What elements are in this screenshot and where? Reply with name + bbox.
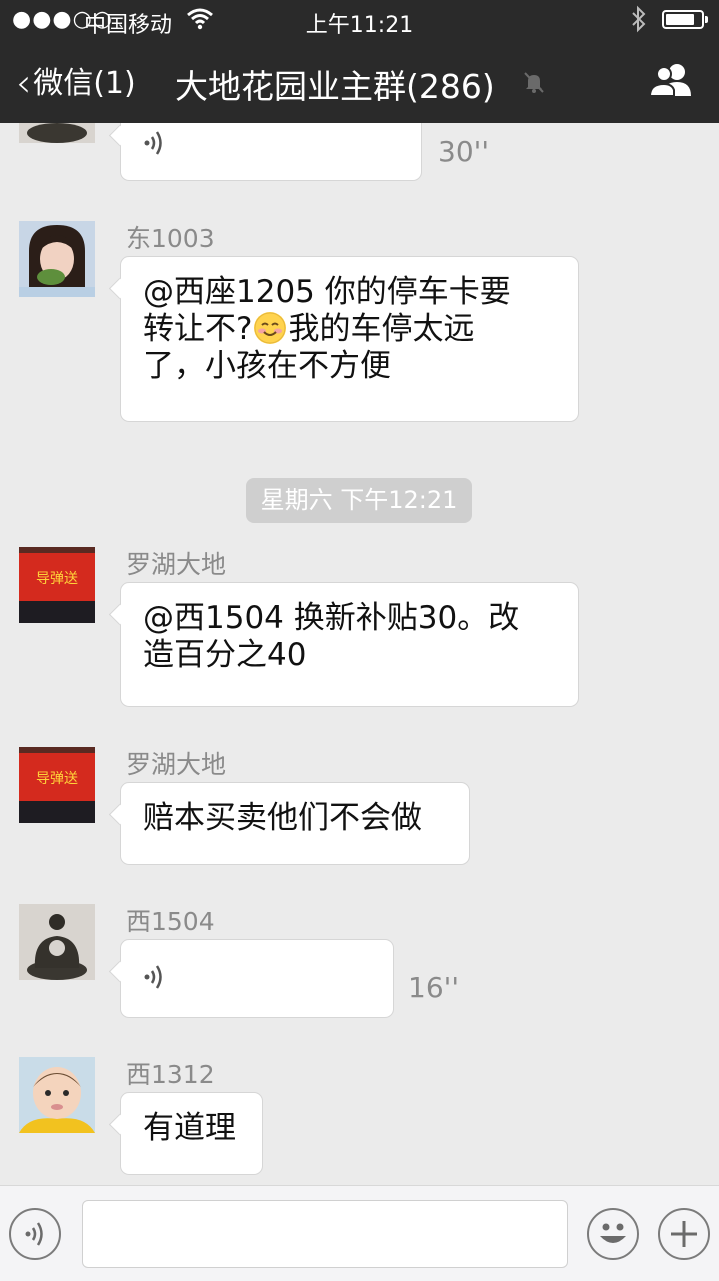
voice-duration: 30'': [438, 135, 490, 168]
chevron-left-icon: ‹: [16, 61, 32, 105]
avatar[interactable]: [19, 1057, 95, 1133]
text-message-bubble[interactable]: @西1504 换新补贴30。改 造百分之40: [120, 582, 579, 707]
message-line: @西座1205 你的停车卡要: [143, 274, 511, 310]
clock: 上午11:21: [305, 13, 414, 38]
plus-icon: [671, 1221, 697, 1247]
back-button[interactable]: ‹微信(1): [16, 58, 136, 105]
voice-wave-icon: [144, 965, 162, 989]
sender-name: 东1003: [126, 224, 215, 253]
sender-name: 西1312: [126, 1060, 215, 1089]
message-text: 赔本买卖他们不会做: [143, 800, 422, 836]
message-text: 有道理: [143, 1110, 236, 1146]
message-text: 转让不?: [143, 311, 253, 347]
message-line: 造百分之40: [143, 637, 307, 673]
more-options-button[interactable]: [658, 1208, 710, 1260]
text-message-bubble[interactable]: 有道理: [120, 1092, 263, 1175]
voice-message-bubble[interactable]: [120, 123, 422, 181]
voice-input-button[interactable]: [9, 1208, 61, 1260]
banner-text: 导弹送: [36, 570, 78, 586]
bluetooth-icon: [630, 5, 648, 39]
emoji-button[interactable]: [587, 1208, 639, 1260]
sender-name: 罗湖大地: [126, 550, 227, 579]
text-message-bubble[interactable]: @西座1205 你的停车卡要 转让不? 我的车停太远 了，小孩在不方便: [120, 256, 579, 422]
message-list[interactable]: 30'' 东1003 @西座1205 你的停车卡要 转让不? 我的车停太远 了，…: [0, 123, 719, 1185]
voice-wave-icon: [25, 1222, 43, 1246]
voice-wave-icon: [144, 131, 162, 155]
voice-message-bubble[interactable]: [120, 939, 394, 1018]
status-bar: ●●●○○ 中国移动 上午11:21: [0, 0, 719, 40]
avatar[interactable]: 导弹送: [19, 747, 95, 823]
input-bar: [0, 1185, 719, 1281]
avatar[interactable]: 导弹送: [19, 547, 95, 623]
banner-text: 导弹送: [36, 770, 78, 786]
chat-title: 大地花园业主群(286): [175, 67, 495, 106]
smiley-face-icon: [600, 1223, 626, 1243]
avatar[interactable]: [19, 904, 95, 980]
text-message-bubble[interactable]: 赔本买卖他们不会做: [120, 782, 470, 865]
chat-header: ‹微信(1) 大地花园业主群(286): [0, 40, 719, 123]
message-line: 了，小孩在不方便: [143, 348, 391, 384]
message-line: @西1504 换新补贴30。改: [143, 600, 520, 636]
sender-name: 西1504: [126, 907, 215, 936]
back-label: 微信(1): [33, 66, 136, 101]
avatar[interactable]: [19, 221, 95, 297]
mute-bell-icon: [524, 72, 544, 93]
sender-name: 罗湖大地: [126, 750, 227, 779]
avatar[interactable]: [19, 123, 95, 143]
battery-icon: [662, 10, 708, 29]
message-input[interactable]: [82, 1200, 568, 1268]
timestamp-divider: 星期六 下午12:21: [246, 478, 472, 523]
voice-duration: 16'': [408, 971, 460, 1004]
group-members-button[interactable]: [648, 62, 696, 98]
smile-emoji-icon: [254, 312, 287, 344]
message-line-with-emoji: 转让不? 我的车停太远: [143, 311, 556, 348]
message-text: 我的车停太远: [288, 311, 475, 347]
